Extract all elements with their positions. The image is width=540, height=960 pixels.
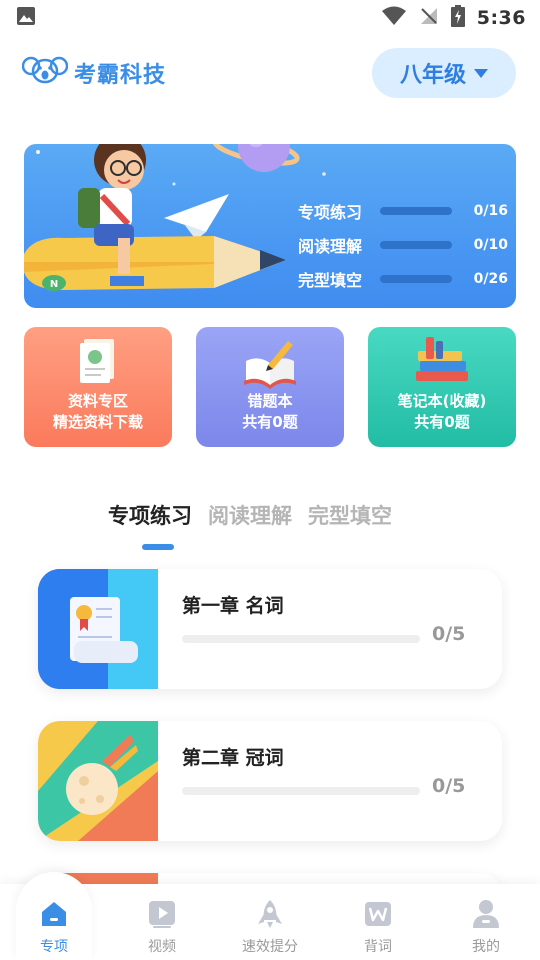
- nav-video[interactable]: 视频: [114, 898, 210, 956]
- materials-title: 资料专区: [67, 392, 128, 410]
- nav-label: 专项: [40, 939, 68, 955]
- svg-text:N: N: [50, 279, 58, 290]
- chapter-progress-value: 0/5: [432, 775, 466, 797]
- word-book-icon: [365, 902, 391, 926]
- progress-summary: 专项练习 0/16 阅读理解 0/10 完型填空 0/26: [298, 194, 508, 296]
- brand-name: 考霸科技: [74, 63, 167, 88]
- koala-logo-icon: [21, 56, 69, 90]
- tab-cloze[interactable]: 完型填空: [308, 500, 392, 530]
- chapter-card[interactable]: 第一章 名词 0/5: [38, 569, 502, 689]
- progress-label: 专项练习: [298, 203, 363, 222]
- progress-row[interactable]: 专项练习 0/16: [298, 194, 508, 228]
- chapter-title: 第一章 名词: [182, 595, 284, 617]
- notebook-card[interactable]: 笔记本(收藏) 共有0题: [368, 327, 516, 447]
- progress-track: [380, 241, 452, 249]
- progress-value: 0/26: [473, 271, 508, 287]
- materials-card[interactable]: 资料专区 精选资料下载: [24, 327, 172, 447]
- planet-thumbnail-icon: [38, 721, 158, 841]
- status-time: 5:36: [476, 7, 526, 29]
- progress-track: [380, 207, 452, 215]
- rocket-icon: [258, 900, 282, 928]
- chapter-progress-value: 0/5: [432, 623, 466, 645]
- nav-special[interactable]: 专项: [6, 898, 102, 956]
- progress-banner: N 专项练习 0/16 阅读理解 0/10 完型填空 0/26: [24, 144, 516, 308]
- video-icon: [149, 901, 175, 928]
- nav-boost[interactable]: 速效提分: [222, 898, 318, 956]
- profile-icon: [473, 900, 499, 928]
- certificate-thumbnail-icon: [38, 569, 158, 689]
- nav-label: 背词: [364, 939, 392, 955]
- nav-label: 视频: [148, 939, 176, 955]
- nav-vocabulary[interactable]: 背词: [330, 898, 426, 956]
- brand-logo: 考霸科技: [21, 56, 167, 90]
- battery-charging-icon: [450, 5, 465, 31]
- tab-reading[interactable]: 阅读理解: [208, 500, 292, 530]
- progress-row[interactable]: 阅读理解 0/10: [298, 228, 508, 262]
- bottom-navigation: 专项 视频 速效提分 背词 我的: [0, 872, 540, 960]
- no-signal-icon: [419, 6, 439, 30]
- grade-selector[interactable]: 八年级: [372, 48, 516, 98]
- category-tabs: 专项练习 阅读理解 完型填空: [108, 500, 392, 530]
- wifi-icon: [381, 6, 407, 30]
- grade-label: 八年级: [399, 63, 466, 88]
- chapter-title: 第二章 冠词: [182, 747, 284, 769]
- nav-label: 速效提分: [242, 939, 298, 955]
- notebook-subtitle: 共有0题: [414, 413, 470, 431]
- mistakes-subtitle: 共有0题: [242, 413, 298, 431]
- home-icon: [42, 902, 66, 926]
- nav-label: 我的: [472, 939, 500, 955]
- progress-label: 阅读理解: [298, 237, 363, 256]
- tab-special-practice[interactable]: 专项练习: [108, 500, 192, 530]
- mistakes-title: 错题本: [247, 392, 293, 410]
- progress-track: [380, 275, 452, 283]
- nav-profile[interactable]: 我的: [438, 898, 534, 956]
- progress-value: 0/16: [473, 203, 508, 219]
- chapter-progress-track: [182, 635, 420, 643]
- progress-value: 0/10: [473, 237, 508, 253]
- materials-subtitle: 精选资料下载: [52, 413, 143, 431]
- progress-label: 完型填空: [298, 271, 363, 290]
- document-icon: [80, 339, 114, 383]
- progress-row[interactable]: 完型填空 0/26: [298, 262, 508, 296]
- books-icon: [416, 337, 468, 381]
- caret-down-icon: [474, 68, 488, 78]
- active-tab-indicator: [142, 544, 174, 550]
- app-header: 考霸科技 八年级: [0, 44, 540, 102]
- notebook-title: 笔记本(收藏): [397, 392, 487, 410]
- notebook-pencil-icon: [244, 341, 296, 389]
- chapter-progress-track: [182, 787, 420, 795]
- status-bar: 5:36: [0, 0, 540, 36]
- gallery-notification-icon: [16, 6, 36, 30]
- chapter-card[interactable]: 第二章 冠词 0/5: [38, 721, 502, 841]
- mistakes-card[interactable]: 错题本 共有0题: [196, 327, 344, 447]
